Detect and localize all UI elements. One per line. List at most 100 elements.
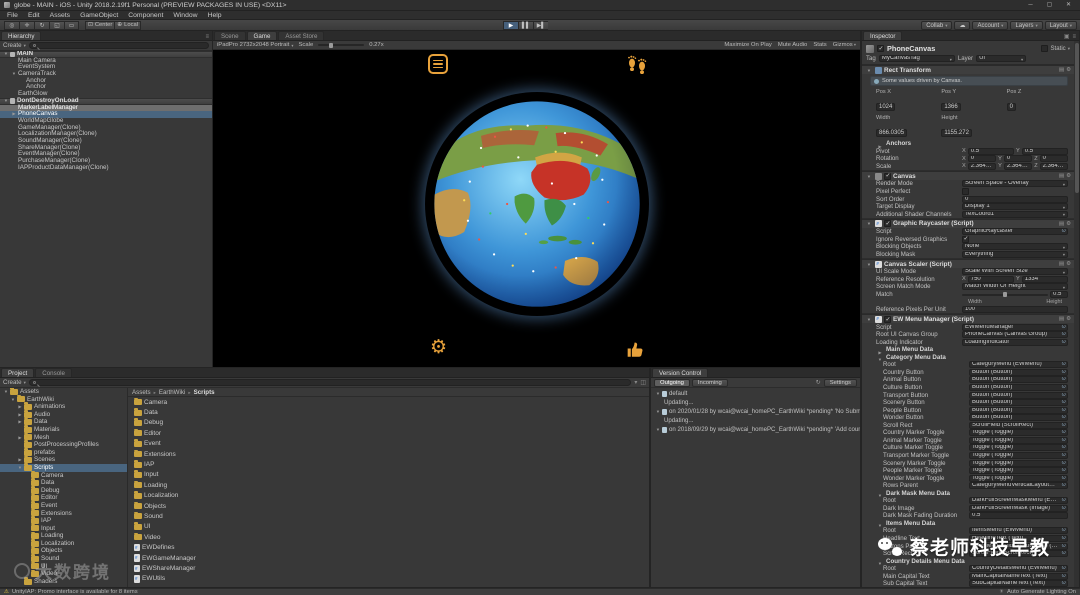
gear-icon[interactable]: ⚙ [1066, 261, 1071, 267]
project-folder-debug[interactable]: Debug [0, 486, 127, 495]
tab-hierarchy[interactable]: Hierarchy [1, 31, 42, 40]
game-render-area[interactable]: ⚙ [213, 50, 860, 367]
maximize-button[interactable]: ▢ [1042, 0, 1057, 11]
project-folder-editor[interactable]: Editor [0, 493, 127, 502]
refresh-icon[interactable]: ↻ [816, 379, 821, 386]
help-icon[interactable]: ▤ [1059, 173, 1064, 179]
asset-ewgamemanager[interactable]: EWGameManager [128, 553, 649, 563]
panel-menu-icon[interactable]: ≡ [1072, 34, 1076, 40]
foldout-arrow-icon[interactable] [2, 388, 10, 396]
phone-screen[interactable]: ⚙ [418, 50, 656, 367]
object-field-scroll-rect[interactable]: ScrollField (ScrollRect) [969, 421, 1068, 429]
checkbox-ignore-reversed-graphics[interactable] [962, 235, 969, 243]
close-button[interactable]: ✕ [1061, 0, 1076, 11]
field-pos-y[interactable]: 1366 [941, 103, 961, 111]
vc-mode-outgoing[interactable]: Outgoing [654, 378, 690, 387]
asset-input[interactable]: Input [128, 470, 649, 480]
foldout-arrow-icon[interactable] [654, 390, 662, 397]
game-toolbar-gizmos[interactable]: Gizmos [833, 42, 856, 48]
object-field-rows-parent[interactable]: CategoryMenuVerticalLayoutGroup (Rect Tr… [969, 482, 1068, 490]
component-header-rect-transform[interactable]: Rect Transform ▤⚙ [862, 65, 1074, 74]
menu-edit[interactable]: Edit [23, 11, 45, 20]
field-rotation-z[interactable]: 0 [1039, 155, 1069, 163]
scale-tool-icon[interactable]: ◱ [49, 20, 64, 30]
object-field-transport-marker-toggle[interactable]: Toggle (Toggle) [969, 451, 1068, 459]
project-folder-earthwiki[interactable]: EarthWiki [0, 394, 127, 404]
asset-debug[interactable]: Debug [128, 418, 649, 428]
row-items-menu-data[interactable]: Items Menu Data [862, 520, 1074, 528]
aspect-dropdown[interactable]: iPadPro 2732x2048 Portrait [217, 42, 293, 48]
hierarchy-create-button[interactable]: Create [3, 42, 26, 49]
component-header-ew-menu-manager-script[interactable]: EW Menu Manager (Script) ▤⚙ [862, 314, 1074, 324]
earth-globe[interactable] [425, 92, 649, 316]
field-match[interactable]: 0.5 [1050, 291, 1068, 299]
settings-button[interactable]: Settings [823, 378, 857, 387]
gear-icon[interactable]: ⚙ [1066, 173, 1071, 179]
rect-tool-icon[interactable]: ▭ [64, 20, 79, 30]
move-tool-icon[interactable]: ✛ [19, 20, 34, 30]
lock-icon[interactable]: ▣ [1064, 33, 1070, 40]
pause-button[interactable]: ▌▌ [518, 21, 533, 30]
field-scale-y[interactable]: 2.364813 [1003, 162, 1033, 170]
project-folder-scripts[interactable]: Scripts [0, 463, 127, 472]
dropdown-ui-scale-mode[interactable]: Scale With Screen Size [962, 268, 1068, 276]
asset-editor[interactable]: Editor [128, 428, 649, 438]
layers-button[interactable]: Layers ▾ [1010, 21, 1043, 30]
object-field-root-ui-canvas-group[interactable]: PhoneCanvas (Canvas Group) [962, 331, 1068, 339]
object-field-animal-marker-toggle[interactable]: Toggle (Toggle) [969, 436, 1068, 444]
tab-asset-store[interactable]: Asset Store [278, 31, 325, 40]
foldout-arrow-icon[interactable] [865, 67, 873, 74]
foldout-arrow-icon[interactable] [865, 173, 873, 180]
footprints-icon[interactable] [626, 52, 650, 76]
row-dark-mask-menu-data[interactable]: Dark Mask Menu Data [862, 489, 1074, 497]
project-folder-data[interactable]: Data [0, 478, 127, 487]
asset-data[interactable]: Data [128, 407, 649, 417]
help-icon[interactable]: ▤ [1059, 221, 1064, 227]
object-field-loading-indicator[interactable]: LoadingIndicator [962, 338, 1068, 346]
breadcrumb-segment[interactable]: Assets [132, 389, 159, 396]
component-header-graphic-raycaster-script[interactable]: Graphic Raycaster (Script) ▤⚙ [862, 218, 1074, 228]
lighting-status[interactable]: Auto Generate Lighting On [1007, 589, 1076, 595]
inspector-scrollbar[interactable] [1074, 41, 1079, 587]
asset-video[interactable]: Video [128, 532, 649, 542]
object-field-root[interactable]: CategoryMenu (EWMenu) [969, 361, 1068, 369]
search-options-icon[interactable]: ▾ [634, 379, 637, 386]
asset-extensions[interactable]: Extensions [128, 449, 649, 459]
tab-scene[interactable]: Scene [214, 31, 246, 40]
project-folder-prefabs[interactable]: prefabs [0, 448, 127, 457]
field-pos-x[interactable]: 1024 [876, 103, 896, 111]
asset-ewdefines[interactable]: EWDefines [128, 542, 649, 552]
changelist-row[interactable]: default [651, 389, 860, 398]
slider-thumb[interactable] [1003, 292, 1007, 298]
foldout-arrow-icon[interactable] [16, 464, 24, 472]
help-icon[interactable]: ▤ [1059, 316, 1064, 322]
changelist-row[interactable]: on 2020/01/28 by wcai@wcai_homePC_EarthW… [651, 407, 860, 416]
project-folder-data[interactable]: Data [0, 417, 127, 426]
foldout-arrow-icon[interactable] [2, 98, 10, 105]
component-enabled-checkbox[interactable] [884, 172, 891, 180]
menu-component[interactable]: Component [123, 11, 168, 20]
asset-ui[interactable]: UI [128, 522, 649, 532]
hierarchy-search-input[interactable] [28, 42, 209, 49]
component-enabled-checkbox[interactable] [884, 220, 891, 228]
dropdown-target-display[interactable]: Display 1 [962, 203, 1068, 211]
object-field-root[interactable]: CountryDetailsMenu (EWMenu) [969, 565, 1068, 573]
hierarchy-item-iapproductdatamanager-clone[interactable]: IAPProductDataManager(Clone) [0, 164, 212, 172]
step-button[interactable]: ▶▌ [533, 21, 548, 30]
foldout-arrow-icon[interactable] [654, 426, 662, 433]
cloud-services-button[interactable]: ☁ [954, 21, 971, 30]
project-create-button[interactable]: Create [3, 379, 26, 386]
breadcrumb-segment[interactable]: EarthWiki [159, 389, 194, 396]
project-folder-localization[interactable]: Localization [0, 539, 127, 548]
project-search-input[interactable] [28, 379, 632, 386]
object-field-people-marker-toggle[interactable]: Toggle (Toggle) [969, 467, 1068, 475]
foldout-arrow-icon[interactable] [10, 71, 18, 78]
field-rotation-x[interactable]: 0 [967, 155, 997, 163]
field-scale-x[interactable]: 2.364813 [967, 162, 997, 170]
pivot-toggle-button[interactable]: ⊡ Center [85, 20, 115, 30]
tab-console[interactable]: Console [35, 368, 72, 377]
object-field-main-capital-text[interactable]: MainCapitalNameText (Text) [969, 572, 1068, 580]
hand-tool-icon[interactable]: ◎ [4, 20, 19, 30]
project-folder-iap[interactable]: IAP [0, 516, 127, 525]
foldout-arrow-icon[interactable] [16, 403, 24, 411]
